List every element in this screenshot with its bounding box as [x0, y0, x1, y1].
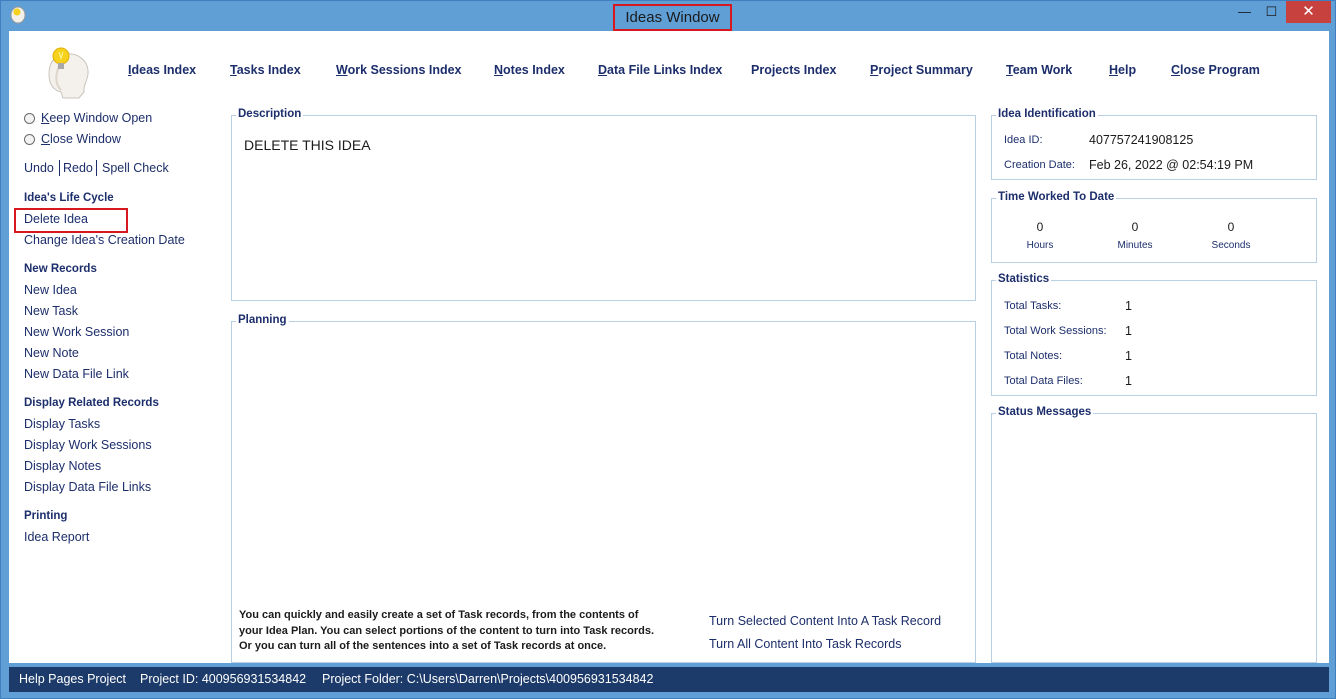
nav-data-file-links-index[interactable]: Data File Links Index: [598, 63, 722, 77]
new-idea-link[interactable]: New Idea: [24, 283, 77, 297]
planning-instructions-line: You can quickly and easily create a set …: [239, 609, 639, 621]
nav-projects-index[interactable]: Projects Index: [751, 63, 836, 77]
total-notes-value: 1: [1125, 349, 1132, 363]
head-lightbulb-logo-icon: [48, 47, 89, 99]
statistics-panel: Statistics Total Tasks: 1 Total Work Ses…: [991, 273, 1317, 396]
app-lightbulb-icon: [10, 6, 26, 24]
nav-help[interactable]: Help: [1109, 63, 1136, 77]
display-tasks-link[interactable]: Display Tasks: [24, 417, 100, 431]
display-data-file-links-link[interactable]: Display Data File Links: [24, 480, 151, 494]
redo-link[interactable]: Redo: [63, 161, 93, 175]
hours-label: Hours: [1026, 240, 1054, 251]
minutes-value: 0: [1131, 220, 1139, 234]
close-window-button[interactable]: ✕: [1286, 1, 1331, 23]
delete-idea-link[interactable]: Delete Idea: [24, 212, 88, 226]
turn-all-into-tasks-link[interactable]: Turn All Content Into Task Records: [709, 637, 901, 651]
close-window-label[interactable]: Close Window: [41, 132, 121, 146]
spell-check-link[interactable]: Spell Check: [102, 161, 169, 175]
toolbar-separator: [96, 160, 97, 176]
planning-instructions-line: Or you can turn all of the sentences int…: [239, 640, 607, 652]
planning-instructions-line: your Idea Plan. You can select portions …: [239, 624, 655, 637]
nav-notes-index[interactable]: Notes Index: [494, 63, 565, 77]
description-text[interactable]: DELETE THIS IDEA: [244, 137, 371, 153]
display-notes-link[interactable]: Display Notes: [24, 459, 101, 473]
display-records-heading: Display Related Records: [24, 397, 159, 409]
life-cycle-heading: Idea's Life Cycle: [24, 192, 114, 204]
project-id: Project ID: 400956931534842: [140, 672, 307, 686]
description-panel[interactable]: Description DELETE THIS IDEA: [231, 108, 976, 301]
nav-project-summary[interactable]: Project Summary: [870, 63, 973, 77]
planning-panel[interactable]: Planning You can quickly and easily crea…: [231, 314, 976, 663]
minimize-button[interactable]: —: [1231, 1, 1258, 23]
window-title: Ideas Window: [613, 4, 732, 31]
nav-close-program[interactable]: Close Program: [1171, 63, 1260, 77]
nav-tasks-index[interactable]: Tasks Index: [230, 63, 301, 77]
display-work-sessions-link[interactable]: Display Work Sessions: [24, 438, 152, 452]
planning-instructions: You can quickly and easily create a set …: [239, 608, 689, 655]
status-bar: Help Pages Project Project ID: 400956931…: [9, 667, 1329, 692]
idea-identification-panel: Idea Identification Idea ID: 40775724190…: [991, 108, 1317, 180]
new-records-heading: New Records: [24, 263, 97, 275]
total-data-files-value: 1: [1125, 374, 1132, 388]
minutes-label: Minutes: [1117, 240, 1153, 251]
turn-selected-into-task-link[interactable]: Turn Selected Content Into A Task Record: [709, 614, 941, 628]
new-data-file-link-link[interactable]: New Data File Link: [24, 367, 129, 381]
project-folder: Project Folder: C:\Users\Darren\Projects…: [322, 672, 654, 686]
undo-link[interactable]: Undo: [24, 161, 54, 175]
close-window-radio[interactable]: [24, 134, 35, 145]
change-creation-date-link[interactable]: Change Idea's Creation Date: [24, 233, 185, 247]
seconds-value: 0: [1227, 220, 1235, 234]
creation-date-value: Feb 26, 2022 @ 02:54:19 PM: [1089, 158, 1254, 172]
description-title: Description: [236, 108, 304, 120]
nav-work-sessions-index[interactable]: Work Sessions Index: [336, 63, 462, 77]
total-tasks-label: Total Tasks:: [1004, 300, 1062, 312]
title-bar[interactable]: Ideas Window — ☐ ✕: [1, 1, 1336, 31]
idea-identification-title: Idea Identification: [996, 108, 1098, 120]
new-note-link[interactable]: New Note: [24, 346, 79, 360]
total-work-sessions-label: Total Work Sessions:: [1004, 325, 1107, 337]
hours-value: 0: [1036, 220, 1044, 234]
printing-heading: Printing: [24, 510, 68, 522]
new-task-link[interactable]: New Task: [24, 304, 78, 318]
total-notes-label: Total Notes:: [1004, 350, 1063, 362]
maximize-button[interactable]: ☐: [1258, 1, 1285, 23]
project-name: Help Pages Project: [19, 672, 127, 686]
statistics-title: Statistics: [996, 273, 1052, 285]
total-work-sessions-value: 1: [1125, 324, 1132, 338]
toolbar-separator: [59, 160, 60, 176]
idea-report-link[interactable]: Idea Report: [24, 530, 89, 544]
total-tasks-value: 1: [1125, 299, 1132, 313]
planning-title: Planning: [236, 314, 289, 326]
seconds-label: Seconds: [1211, 240, 1251, 251]
idea-id-value: 407757241908125: [1089, 133, 1194, 147]
creation-date-label: Creation Date:: [1004, 159, 1075, 171]
keep-window-open-label[interactable]: Keep Window Open: [41, 111, 152, 125]
nav-ideas-index[interactable]: Ideas Index: [128, 63, 196, 77]
total-data-files-label: Total Data Files:: [1004, 375, 1083, 387]
time-worked-title: Time Worked To Date: [996, 191, 1117, 203]
new-work-session-link[interactable]: New Work Session: [24, 325, 129, 339]
ideas-window: Ideas Window — ☐ ✕ Ideas Index Tasks Ind…: [0, 0, 1336, 699]
status-messages-panel: Status Messages: [991, 406, 1317, 663]
time-worked-panel: Time Worked To Date 0 Hours 0 Minutes 0 …: [991, 191, 1317, 263]
keep-window-open-radio[interactable]: [24, 113, 35, 124]
status-messages-title: Status Messages: [996, 406, 1094, 418]
client-area: Ideas Index Tasks Index Work Sessions In…: [9, 31, 1329, 663]
idea-id-label: Idea ID:: [1004, 134, 1043, 146]
nav-team-work[interactable]: Team Work: [1006, 63, 1072, 77]
